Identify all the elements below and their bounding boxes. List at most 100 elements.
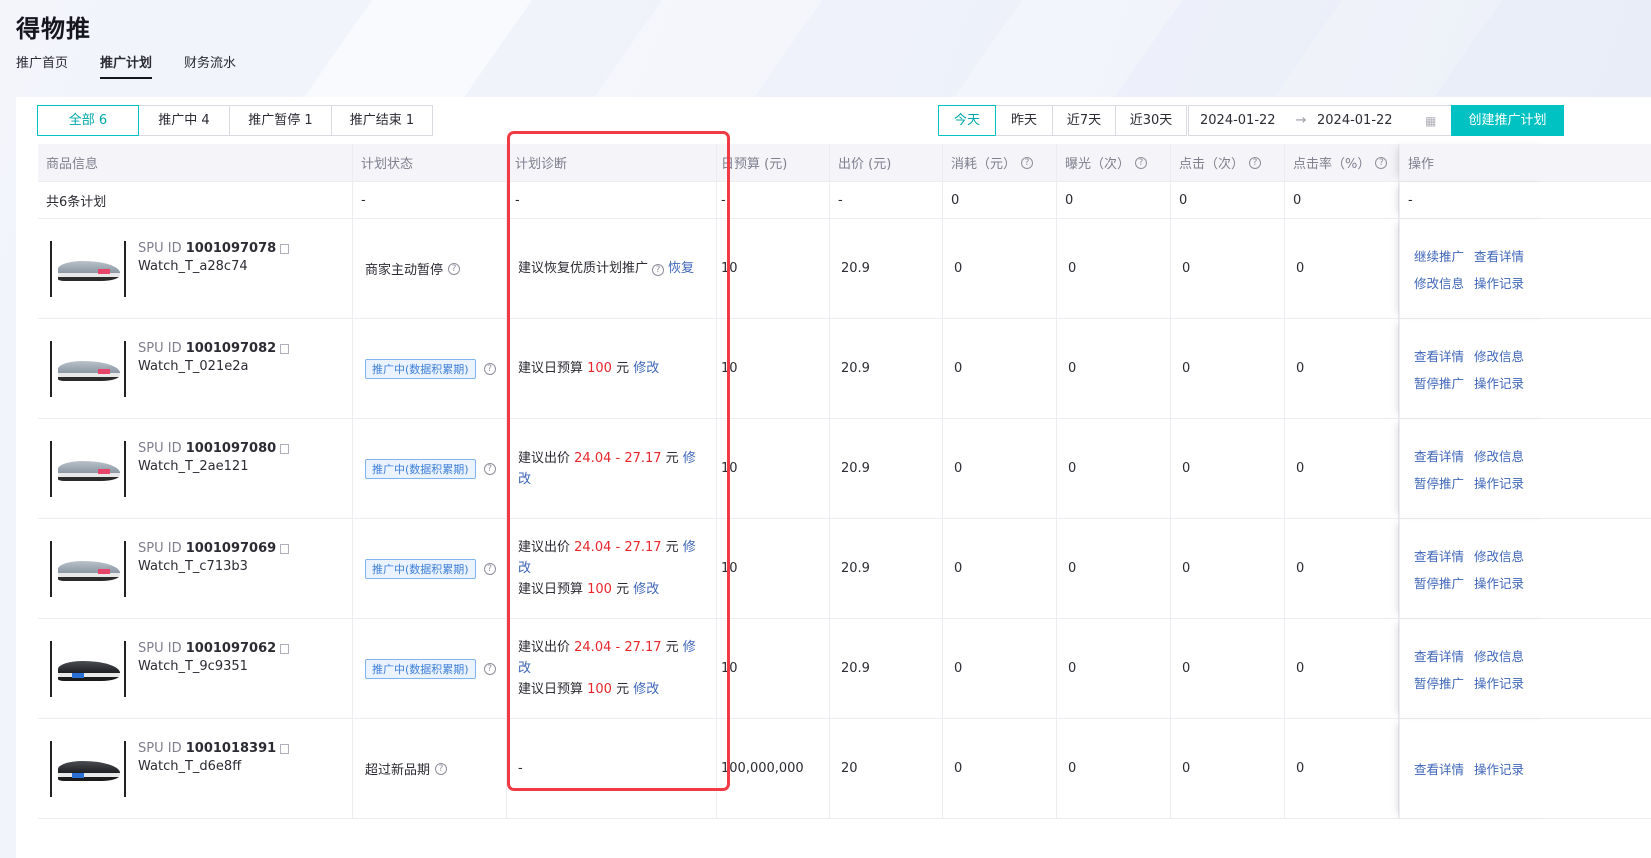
status-badge: 推广中(数据积累期) [365,558,476,579]
product-info: SPU ID 1001097080 Watch_T_2ae121 [46,440,290,497]
col-exposure: 曝光（次）? [1057,144,1171,181]
actions-cell: 查看详情 修改信息 暂停推广 操作记录 [1399,319,1551,418]
product-thumbnail[interactable] [50,340,126,397]
copy-icon[interactable] [280,343,290,354]
row-action-link[interactable]: 操作记录 [1474,273,1524,292]
help-icon[interactable]: ? [1021,156,1034,169]
diagnosis-action-link[interactable]: 修改 [633,361,659,376]
tab-promo-home[interactable]: 推广首页 [16,52,68,79]
product-info: SPU ID 1001018391 Watch_T_d6e8ff [46,740,290,797]
date-7days[interactable]: 近7天 [1052,105,1116,136]
diagnosis-cell: 建议出价 24.04 - 27.17 元 修改 [507,419,717,518]
clicks-cell: 0 [1171,219,1285,318]
date-start[interactable]: 2024-01-22 [1189,113,1289,128]
diagnosis-action-link[interactable]: 修改 [633,582,659,597]
date-end[interactable]: 2024-01-22 [1313,113,1425,128]
product-thumbnail[interactable] [50,540,126,597]
row-action-link[interactable]: 操作记录 [1474,673,1524,692]
table-row: SPU ID 1001097069 Watch_T_c713b3 推广中(数据积累期… [38,519,1651,619]
diagnosis-action-link[interactable]: 恢复 [668,261,694,276]
actions-cell: 查看详情 修改信息 暂停推广 操作记录 [1399,519,1551,618]
help-icon[interactable]: ? [483,362,496,375]
row-action-link[interactable]: 操作记录 [1474,759,1524,778]
tab-promo-plans[interactable]: 推广计划 [100,52,153,79]
row-action-link[interactable]: 暂停推广 [1414,373,1464,392]
product-name: Watch_T_a28c74 [138,259,248,274]
filter-active[interactable]: 推广中 4 [138,105,230,136]
spu-id: SPU ID 1001097082 [138,341,290,356]
diagnosis-text: 建议出价 [518,450,575,466]
diagnosis-line: 建议日预算 100 元 修改 [518,358,659,379]
help-icon[interactable]: ? [448,262,461,275]
tab-finance[interactable]: 财务流水 [184,52,236,79]
budget-cell: 10 [717,519,830,618]
product-thumbnail[interactable] [50,240,126,297]
bid-cell: 20.9 [830,619,943,718]
create-plan-button[interactable]: 创建推广计划 [1451,105,1564,136]
date-yesterday[interactable]: 昨天 [995,105,1053,136]
row-action-link[interactable]: 查看详情 [1474,246,1524,265]
row-action-link[interactable]: 查看详情 [1414,646,1464,665]
cost-cell: 0 [943,619,1057,718]
row-action-link[interactable]: 修改信息 [1414,273,1464,292]
copy-icon[interactable] [280,543,290,554]
row-actions: 查看详情 修改信息 暂停推广 操作记录 [1408,646,1524,692]
product-meta: SPU ID 1001097062 Watch_T_9c9351 [138,641,290,674]
copy-icon[interactable] [280,243,290,254]
diagnosis-unit: 元 [661,450,683,466]
exposure-cell: 0 [1057,619,1171,718]
spu-id: SPU ID 1001097069 [138,541,290,556]
spu-id: SPU ID 1001097062 [138,641,290,656]
product-thumbnail[interactable] [50,640,126,697]
row-action-link[interactable]: 继续推广 [1414,246,1464,265]
status-text: 超过新品期 [365,763,431,778]
help-icon[interactable]: ? [1135,156,1148,169]
row-action-link[interactable]: 修改信息 [1474,346,1524,365]
row-action-link[interactable]: 暂停推广 [1414,473,1464,492]
copy-icon[interactable] [280,743,290,754]
row-action-link[interactable]: 操作记录 [1474,473,1524,492]
copy-icon[interactable] [280,443,290,454]
row-action-link[interactable]: 查看详情 [1414,346,1464,365]
filter-ended[interactable]: 推广结束 1 [331,105,433,136]
help-icon[interactable]: ? [652,264,665,276]
date-today[interactable]: 今天 [938,105,996,136]
row-action-link[interactable]: 查看详情 [1414,759,1464,778]
help-icon[interactable]: ? [483,662,496,675]
spu-id: SPU ID 1001018391 [138,741,290,756]
filter-all[interactable]: 全部 6 [37,105,139,136]
row-action-link[interactable]: 操作记录 [1474,373,1524,392]
diagnosis-line: 建议出价 24.04 - 27.17 元 修改 [518,537,706,579]
help-icon[interactable]: ? [483,562,496,575]
diagnosis-content: 建议日预算 100 元 修改 [518,358,669,379]
actions-cell: 继续推广 查看详情 修改信息 操作记录 [1399,219,1551,318]
product-thumbnail[interactable] [50,440,126,497]
row-action-link[interactable]: 操作记录 [1474,573,1524,592]
clicks-cell: 0 [1171,719,1285,818]
row-action-link[interactable]: 查看详情 [1414,546,1464,565]
product-thumbnail[interactable] [50,740,126,797]
product-info: SPU ID 1001097082 Watch_T_021e2a [46,340,290,397]
date-30days[interactable]: 近30天 [1115,105,1187,136]
spu-id: SPU ID 1001097080 [138,441,290,456]
row-action-link[interactable]: 修改信息 [1474,446,1524,465]
date-range-picker[interactable]: 2024-01-22 → 2024-01-22 ▦ [1188,105,1452,136]
ctr-cell: 0 [1285,719,1399,818]
row-action-link[interactable]: 修改信息 [1474,546,1524,565]
filter-paused[interactable]: 推广暂停 1 [229,105,332,136]
diagnosis-action-link[interactable]: 修改 [633,682,659,697]
help-icon[interactable]: ? [435,762,448,775]
help-icon[interactable]: ? [1249,156,1262,169]
row-action-link[interactable]: 暂停推广 [1414,673,1464,692]
diagnosis-content: 建议出价 24.04 - 27.17 元 修改 建议日预算 100 元 修改 [518,537,716,600]
status-filter: 全部 6 推广中 4 推广暂停 1 推广结束 1 [37,105,433,136]
copy-icon[interactable] [280,643,290,654]
row-action-link[interactable]: 暂停推广 [1414,573,1464,592]
row-action-link[interactable]: 修改信息 [1474,646,1524,665]
help-icon[interactable]: ? [1375,156,1388,169]
help-icon[interactable]: ? [483,462,496,475]
spu-number: 1001097078 [185,241,277,256]
row-action-link[interactable]: 查看详情 [1414,446,1464,465]
calendar-icon[interactable]: ▦ [1425,114,1449,128]
diagnosis-text: 建议出价 [518,640,575,655]
